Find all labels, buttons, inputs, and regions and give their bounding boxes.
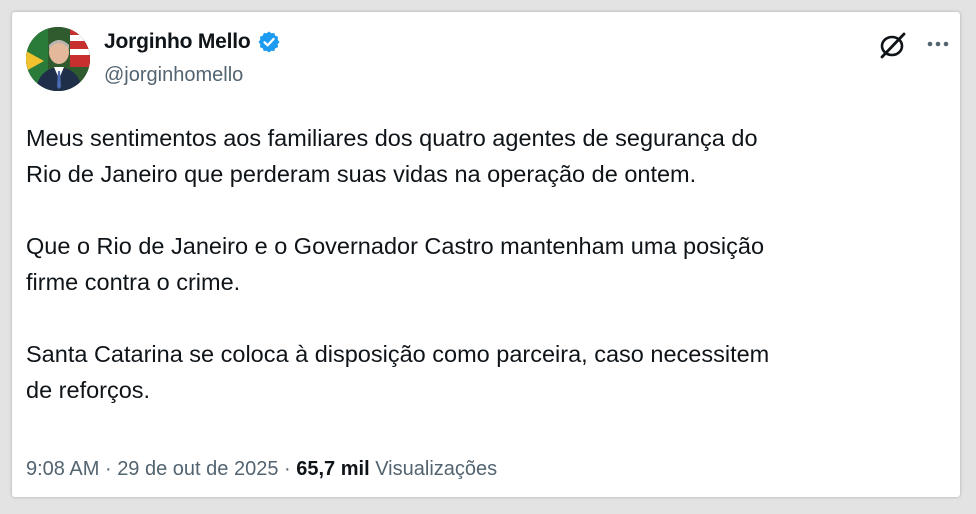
meta-separator: · [284, 458, 291, 480]
tweet-text: Meus sentimentos aos familiares dos quat… [26, 120, 946, 408]
author-name-row: Jorginho Mello [104, 28, 281, 56]
views-label[interactable]: Visualizações [375, 458, 497, 480]
author-handle[interactable]: @jorginhomello [104, 64, 243, 87]
tweet-metadata: 9:08 AM · 29 de out de 2025 · 65,7 mil V… [26, 458, 497, 481]
tweet-card: Jorginho Mello @jorginhomello Meus senti… [12, 12, 960, 497]
tweet-paragraph: Que o Rio de Janeiro e o Governador Cast… [26, 233, 765, 295]
tweet-time[interactable]: 9:08 AM [26, 458, 99, 480]
more-horizontal-icon[interactable] [924, 32, 952, 56]
tweet-paragraph: Meus sentimentos aos familiares dos quat… [26, 125, 758, 187]
verified-badge-icon[interactable] [257, 30, 281, 54]
tweet-paragraph: Santa Catarina se coloca à disposição co… [26, 341, 770, 403]
author-display-name[interactable]: Jorginho Mello [104, 30, 251, 54]
views-count[interactable]: 65,7 mil [296, 458, 369, 480]
x-logo-icon[interactable] [878, 30, 908, 60]
avatar-image [26, 27, 90, 91]
tweet-date[interactable]: 29 de out de 2025 [117, 458, 278, 480]
meta-separator: · [104, 458, 112, 480]
author-avatar[interactable] [26, 27, 90, 91]
